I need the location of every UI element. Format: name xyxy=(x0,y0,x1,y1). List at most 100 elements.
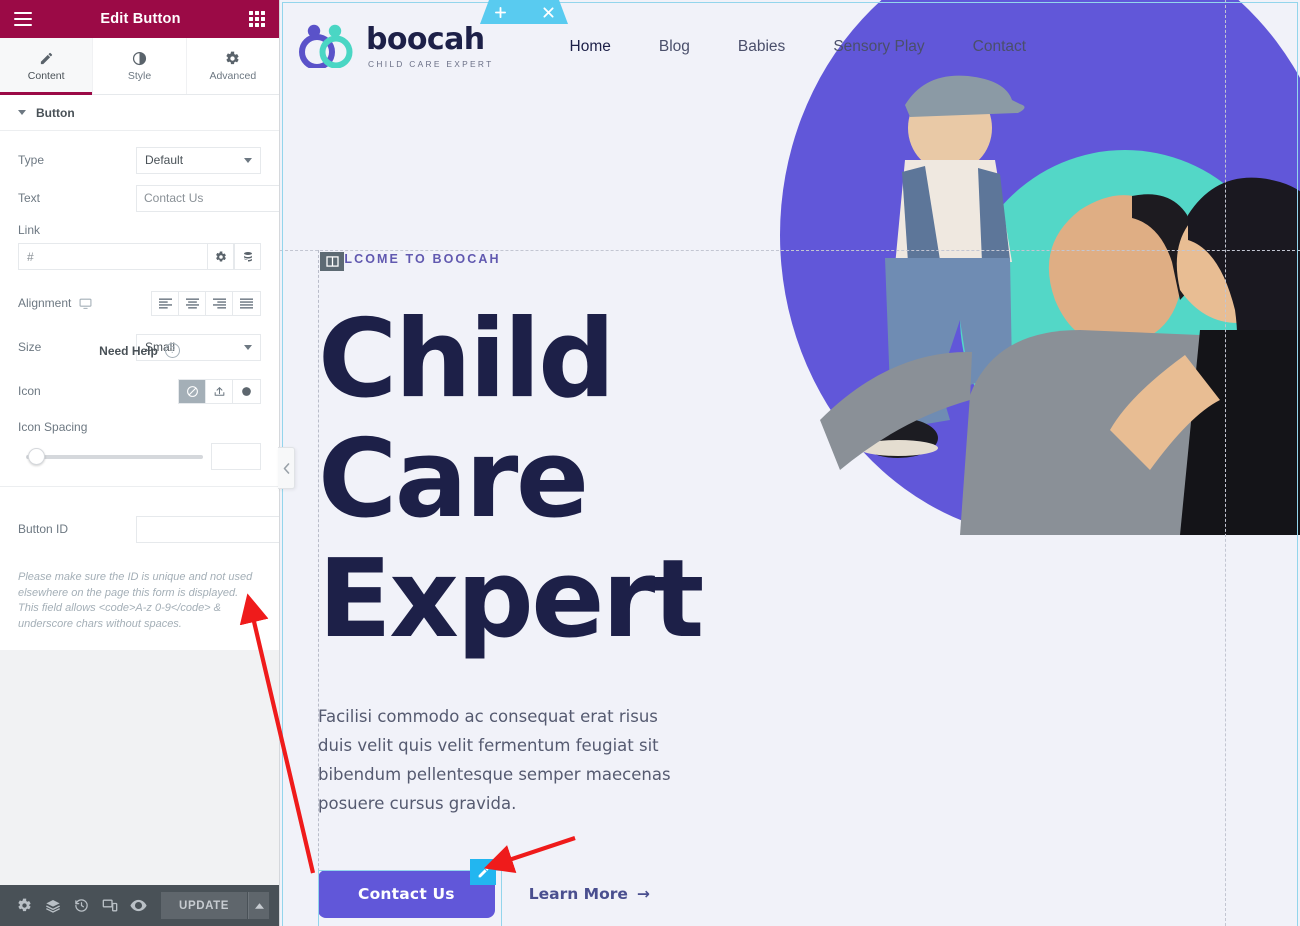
control-row-type: Type Default xyxy=(18,141,261,179)
hero-paragraph[interactable]: Facilisi commodo ac consequat erat risus… xyxy=(318,702,678,818)
tab-advanced[interactable]: Advanced xyxy=(187,38,279,94)
text-input-wrap xyxy=(136,184,279,212)
icon-spacing-input[interactable] xyxy=(211,443,261,470)
brand-tagline: CHILD CARE EXPERT xyxy=(368,59,494,69)
text-label: Text xyxy=(18,191,41,205)
text-input[interactable] xyxy=(136,184,279,212)
grid-icon[interactable] xyxy=(248,11,265,27)
icon-spacing-slider-row xyxy=(18,443,261,470)
update-options-button[interactable] xyxy=(248,892,270,919)
caret-down-icon xyxy=(18,110,26,115)
icon-upload-button[interactable] xyxy=(206,379,233,403)
pencil-icon xyxy=(39,51,54,66)
link-dynamic-tags-button[interactable] xyxy=(234,243,261,270)
align-left-button[interactable] xyxy=(152,291,179,315)
site-logo[interactable]: boocah CHILD CARE EXPERT xyxy=(298,22,494,73)
panel-collapse-handle[interactable] xyxy=(278,447,295,489)
plus-icon[interactable] xyxy=(494,6,506,18)
controls-container: Type Default Text L xyxy=(0,131,279,486)
type-label: Type xyxy=(18,153,45,167)
hamburger-icon[interactable] xyxy=(14,12,32,26)
editor-panel: Edit Button Content Style Advanced Butto… xyxy=(0,0,280,926)
menu-item-contact[interactable]: Contact xyxy=(949,38,1050,56)
site-menu: Home Blog Babies Sensory Play Contact xyxy=(546,38,1051,56)
menu-item-babies[interactable]: Babies xyxy=(714,38,809,56)
section-header-button[interactable]: Button xyxy=(0,95,279,131)
settings-gear-icon[interactable] xyxy=(10,885,39,926)
pencil-edit-icon[interactable] xyxy=(470,859,496,885)
editor-tabs: Content Style Advanced xyxy=(0,38,279,95)
link-options-button[interactable] xyxy=(207,243,234,270)
icon-spacing-slider[interactable] xyxy=(18,446,203,468)
learn-more-button[interactable]: Learn More → xyxy=(529,885,650,903)
menu-item-home[interactable]: Home xyxy=(546,38,635,56)
column-icon[interactable] xyxy=(320,252,344,271)
controls-container-advanced: Button ID xyxy=(0,508,279,564)
tab-content[interactable]: Content xyxy=(0,38,94,95)
learn-more-label: Learn More xyxy=(528,885,628,903)
brand-name: boocah xyxy=(366,22,485,57)
hero-actions: Contact Us Learn More → xyxy=(318,859,738,926)
editor-panel-body: Button Type Default Text Contact Us Link… xyxy=(0,95,279,885)
site-logo-text: boocah CHILD CARE EXPERT xyxy=(366,22,494,70)
alignment-label: Alignment xyxy=(18,296,72,310)
preview-eye-icon[interactable] xyxy=(124,885,153,926)
button-widget[interactable]: Contact Us xyxy=(318,859,502,926)
align-center-button[interactable] xyxy=(179,291,206,315)
chevron-down-icon xyxy=(244,157,252,163)
gear-icon xyxy=(225,51,240,66)
contrast-icon xyxy=(132,51,147,66)
tab-content-label: Content xyxy=(27,69,65,82)
align-justify-button[interactable] xyxy=(233,291,260,315)
controls-divider xyxy=(0,486,279,508)
link-input-row xyxy=(18,243,261,270)
need-help[interactable]: Need Help ? xyxy=(0,343,279,358)
tab-style-label: Style xyxy=(127,69,152,82)
site-navbar: boocah CHILD CARE EXPERT Home Blog Babie… xyxy=(280,0,1300,94)
desktop-icon[interactable] xyxy=(79,297,92,310)
icon-button-group xyxy=(178,378,261,404)
menu-item-blog[interactable]: Blog xyxy=(635,38,714,56)
alignment-button-group xyxy=(151,290,261,316)
hero-column: WELCOME TO BOOCAH Child Care Expert Faci… xyxy=(318,250,738,926)
button-id-input-wrap xyxy=(136,515,279,543)
control-row-icon-spacing: Icon Spacing xyxy=(18,420,261,470)
update-button[interactable]: UPDATE xyxy=(161,892,248,919)
control-row-link: Link xyxy=(18,217,261,270)
type-select[interactable]: Default xyxy=(136,146,261,174)
button-id-label: Button ID xyxy=(18,522,69,536)
editor-panel-header: Edit Button xyxy=(0,0,279,38)
responsive-mode-icon[interactable] xyxy=(96,885,125,926)
need-help-label: Need Help xyxy=(99,343,158,358)
type-select-value: Default xyxy=(145,153,184,167)
control-row-button-id: Button ID xyxy=(18,510,279,548)
navigator-layers-icon[interactable] xyxy=(39,885,68,926)
slider-knob[interactable] xyxy=(28,448,45,465)
button-id-note: Please make sure the ID is unique and no… xyxy=(0,564,279,650)
slider-track xyxy=(26,454,203,459)
hero-eyebrow: WELCOME TO BOOCAH xyxy=(320,252,501,266)
guide-line-right xyxy=(1225,0,1226,926)
tab-advanced-label: Advanced xyxy=(209,69,257,82)
icon-library-button[interactable] xyxy=(233,379,260,403)
control-row-text: Text xyxy=(18,179,279,217)
arrow-right-icon: → xyxy=(636,885,650,903)
panel-title: Edit Button xyxy=(100,11,181,27)
section-header-label: Button xyxy=(36,105,75,120)
align-right-button[interactable] xyxy=(206,291,233,315)
tab-style[interactable]: Style xyxy=(93,38,187,94)
boocah-logo-icon xyxy=(298,22,354,73)
link-input[interactable] xyxy=(18,243,207,270)
history-clock-icon[interactable] xyxy=(67,885,96,926)
menu-item-sensory-play[interactable]: Sensory Play xyxy=(809,38,948,56)
icon-none-button[interactable] xyxy=(179,379,206,403)
contact-us-button[interactable]: Contact Us xyxy=(318,870,495,918)
button-id-input[interactable] xyxy=(136,515,279,543)
question-circle-icon: ? xyxy=(164,343,180,358)
link-label: Link xyxy=(18,223,41,237)
grid-dots-icon[interactable] xyxy=(519,8,530,16)
close-x-icon[interactable] xyxy=(542,6,554,18)
hero-heading[interactable]: Child Care Expert xyxy=(318,300,738,660)
control-row-alignment: Alignment xyxy=(18,284,261,322)
editor-footer: UPDATE xyxy=(0,885,279,926)
